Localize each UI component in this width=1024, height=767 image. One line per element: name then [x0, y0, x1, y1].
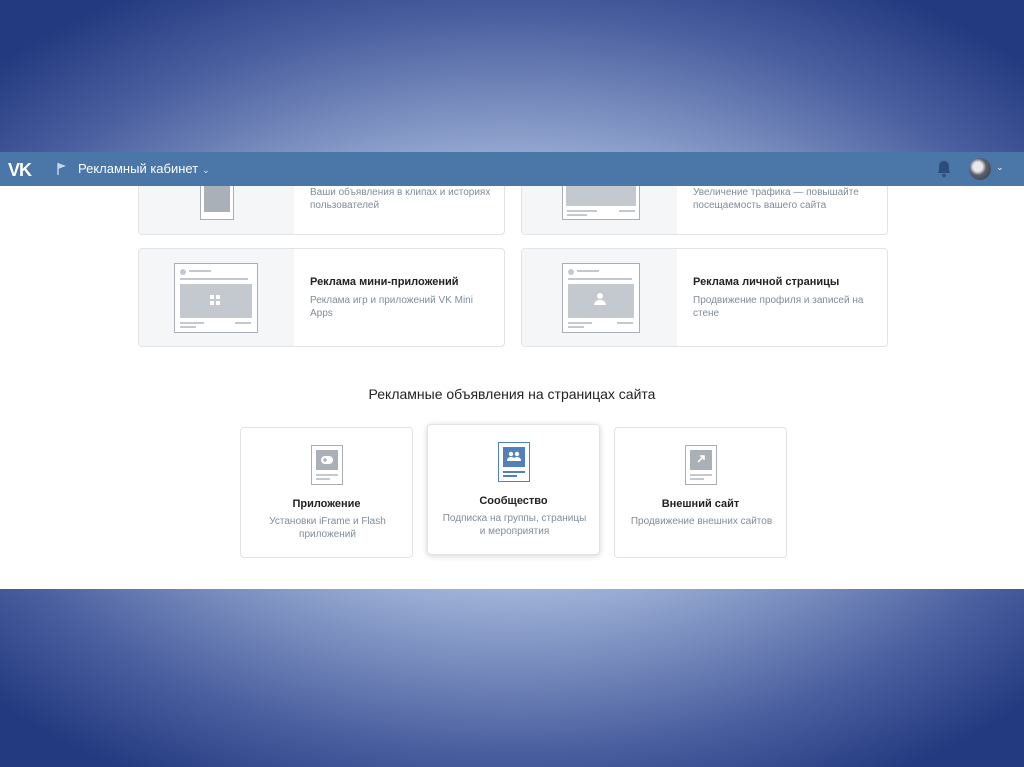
post-mockup	[562, 263, 640, 333]
ad-format-card-traffic[interactable]: Увеличение трафика — повышайте посещаемо…	[521, 186, 888, 235]
card-title: Сообщество	[479, 495, 548, 507]
card-description: Реклама игр и приложений VK Mini Apps	[310, 295, 473, 319]
site-mockup	[562, 186, 640, 220]
post-mockup	[174, 263, 258, 333]
card-description: Продвижение профиля и записей на стене	[693, 295, 864, 319]
bell-icon[interactable]	[936, 160, 952, 178]
card-description: Установки iFrame и Flash приложений	[269, 516, 386, 540]
ad-format-card-clips[interactable]: Ваши объявления в клипах и историях поль…	[138, 186, 505, 235]
card-title: Внешний сайт	[661, 498, 740, 510]
card-description: Увеличение трафика — повышайте посещаемо…	[693, 187, 859, 211]
community-card-icon	[498, 442, 530, 482]
placement-card-external-site[interactable]: Внешний сайт Продвижение внешних сайтов	[614, 427, 787, 558]
ad-format-card-mini-apps[interactable]: Реклама мини-приложений Реклама игр и пр…	[138, 248, 505, 347]
phone-mockup	[200, 186, 234, 220]
avatar[interactable]	[969, 158, 991, 180]
card-description: Продвижение внешних сайтов	[630, 516, 773, 527]
ad-cabinet-label: Рекламный кабинет	[78, 161, 199, 176]
app-card-icon	[311, 445, 343, 485]
gamepad-icon	[321, 456, 333, 464]
external-link-icon	[697, 455, 705, 463]
main-content: Ваши объявления в клипах и историях поль…	[0, 186, 1024, 589]
ad-format-card-personal-page[interactable]: Реклама личной страницы Продвижение проф…	[521, 248, 888, 347]
section-title: Рекламные объявления на страницах сайта	[368, 386, 656, 402]
ad-cabinet-menu[interactable]: Рекламный кабинет ⌄	[78, 161, 210, 176]
card-title: Реклама мини-приложений	[310, 276, 459, 288]
card-description: Ваши объявления в клипах и историях поль…	[310, 187, 491, 211]
card-title: Реклама личной страницы	[693, 276, 840, 288]
card-thumbnail	[139, 249, 294, 346]
card-thumbnail	[139, 186, 294, 234]
card-thumbnail	[522, 186, 677, 234]
placement-card-app[interactable]: Приложение Установки iFrame и Flash прил…	[240, 427, 413, 558]
top-navigation-bar: VK Рекламный кабинет ⌄ ⌄	[0, 152, 1024, 186]
chevron-down-icon: ⌄	[202, 165, 210, 175]
card-title: Приложение	[292, 498, 361, 510]
vk-logo[interactable]: VK	[8, 160, 32, 181]
placement-card-community[interactable]: Сообщество Подписка на группы, страницы …	[427, 424, 600, 555]
flag-icon	[57, 163, 66, 175]
card-description: Подписка на группы, страницы и мероприят…	[442, 513, 587, 537]
external-site-card-icon	[685, 445, 717, 485]
card-thumbnail	[522, 249, 677, 346]
chevron-down-icon[interactable]: ⌄	[996, 162, 1004, 173]
users-icon	[507, 451, 521, 461]
